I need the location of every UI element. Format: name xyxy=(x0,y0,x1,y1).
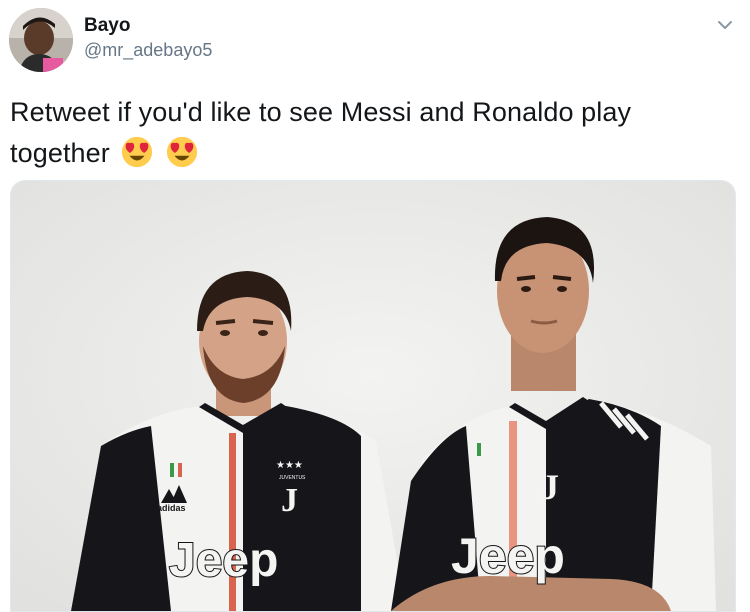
author-name[interactable]: Bayo xyxy=(84,15,130,37)
avatar[interactable] xyxy=(9,8,73,72)
heart-eyes-emoji xyxy=(122,136,153,168)
avatar-photo xyxy=(9,8,73,72)
tweet-text-line1: Retweet if you'd like to see Messi and R… xyxy=(10,97,632,127)
chevron-down-icon[interactable] xyxy=(712,12,738,38)
tweet-text-line2: together xyxy=(10,138,110,168)
jeep-sponsor-right: Jeep xyxy=(451,528,565,584)
juventus-text: JUVENTUS xyxy=(279,475,306,481)
tweet-text: Retweet if you'd like to see Messi and R… xyxy=(10,92,740,174)
jeep-sponsor-left: Jeep xyxy=(169,534,278,587)
heart-eyes-emoji xyxy=(166,136,198,168)
juventus-logo-right: J xyxy=(541,467,559,507)
players-photo: adidas ★★★ JUVENTUS J Jeep J Jeep xyxy=(11,181,735,611)
tweet-media-photo[interactable]: adidas ★★★ JUVENTUS J Jeep J Jeep xyxy=(10,180,736,612)
stars-badge: ★★★ xyxy=(276,460,303,471)
author-handle[interactable]: @mr_adebayo5 xyxy=(84,40,212,61)
juventus-logo: J xyxy=(281,482,298,519)
adidas-logo: adidas xyxy=(157,503,186,513)
